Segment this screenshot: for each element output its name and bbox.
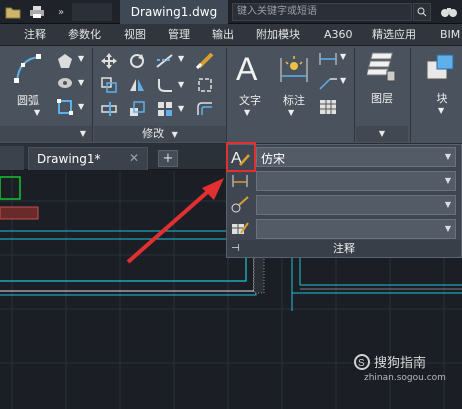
more-icon[interactable]: » [50,2,72,22]
panel-separator [92,48,93,142]
text-style-select[interactable]: 仿宋 ▼ [256,147,456,167]
dimension-dropdown-icon[interactable]: ▼ [288,108,294,117]
print-icon[interactable] [26,2,48,22]
text-style-value: 仿宋 [261,152,286,166]
tab-featured-apps[interactable]: 精选应用 [372,24,416,46]
tab-annotate[interactable]: 注释 [24,24,46,46]
table-style-select[interactable]: ▼ [256,219,456,239]
array-icon[interactable] [156,100,174,118]
boundary-dropdown-icon[interactable]: ▼ [78,102,84,111]
arc-label: 圆弧 [17,94,39,107]
dimension-style-icon[interactable] [230,171,250,191]
table-icon[interactable] [318,98,338,116]
region-icon[interactable] [56,98,74,116]
leader-dropdown-icon[interactable]: ▼ [340,76,346,85]
pointer-arrow [126,178,224,264]
tab-parametric[interactable]: 参数化 [68,24,101,46]
offset-icon[interactable] [196,100,214,118]
chevron-down-icon: ▼ [444,224,451,233]
sogou-logo-icon: S [354,353,370,370]
tab-a360[interactable]: A360 [324,24,353,46]
search-icon[interactable] [413,3,431,21]
block-dropdown-icon[interactable]: ▼ [438,106,444,115]
gradient-icon[interactable] [56,74,74,92]
watermark-text: 搜狗指南 [374,356,427,371]
file-tab-label: Drawing1* [37,152,101,166]
dimension-style-select[interactable]: ▼ [256,171,456,191]
tab-view[interactable]: 视图 [124,24,146,46]
arc-dropdown-icon[interactable]: ▼ [34,108,40,117]
rotate-icon[interactable] [128,52,146,70]
multileader-style-select[interactable]: ▼ [256,195,456,215]
file-tab[interactable]: Drawing1* ✕ [28,147,148,170]
chevron-down-icon: ▼ [444,200,451,209]
erase-icon[interactable] [196,52,214,70]
search-input[interactable]: 键入关键字或短语 [232,3,412,21]
tab-manage[interactable]: 管理 [168,24,190,46]
move-icon[interactable] [100,52,118,70]
title-bar: » Drawing1.dwg 键入关键字或短语 [0,0,462,24]
draw-panel-dropdown-icon: ▼ [79,129,86,138]
panel-separator [410,48,411,142]
draw-dropdown-icon[interactable]: ▼ [78,54,84,63]
dimension-icon[interactable] [278,52,310,86]
close-icon[interactable]: ✕ [129,151,139,165]
layers-label: 图层 [371,92,393,105]
new-tab-button[interactable]: + [158,150,178,167]
watermark-url: zhinan.sogou.com [364,373,446,383]
mirror-icon[interactable] [128,76,146,94]
scale-icon[interactable] [128,100,146,118]
text-large-icon[interactable]: A [236,52,264,86]
linear-dropdown-icon[interactable]: ▼ [340,52,346,61]
fillet-dropdown-icon[interactable]: ▼ [178,80,184,89]
modify-dropdown-icon: ▼ [171,130,178,139]
block-label: 块 [436,92,448,105]
annotation-footer-label: 注释 [333,242,355,255]
dimension-label: 标注 [283,94,305,107]
trim-dropdown-icon[interactable]: ▼ [178,54,184,63]
stretch-icon[interactable] [100,100,118,118]
panel-separator [226,48,227,142]
hatch-dropdown-icon[interactable]: ▼ [78,78,84,87]
block-icon[interactable] [424,52,456,84]
annotation-panel-footer[interactable]: ⊣ 注释 [227,240,461,257]
modify-panel-label: 修改 [142,127,165,140]
chevron-down-icon: ▼ [444,152,451,161]
trim-icon[interactable] [156,52,174,70]
layers-icon[interactable] [366,50,398,84]
folder-icon[interactable] [2,2,24,22]
tab-bim[interactable]: BIM [440,24,460,46]
draw-panel-footer[interactable]: ▼ [0,126,92,142]
fillet-icon[interactable] [156,76,174,94]
quick-access-area [72,3,112,21]
leader-icon[interactable] [318,74,338,92]
linear-dimension-icon[interactable] [318,50,338,68]
ribbon-tabs: 注释 参数化 视图 管理 输出 附加模块 A360 精选应用 BIM [0,24,462,46]
tab-addins[interactable]: 附加模块 [256,24,300,46]
pin-icon[interactable]: ⊣ [231,240,240,257]
start-tab[interactable] [0,146,24,170]
watermark: S 搜狗指南 zhinan.sogou.com [354,352,458,392]
panel-separator [354,48,355,142]
array-dropdown-icon[interactable]: ▼ [178,104,184,113]
chevron-down-icon: ▼ [444,176,451,185]
layers-panel-footer[interactable]: ▼ [356,126,408,142]
highlight-box [226,142,256,172]
table-style-icon[interactable] [230,219,250,239]
copy-icon[interactable] [100,76,118,94]
arc-icon[interactable] [12,52,44,86]
svg-text:S: S [358,358,365,369]
binoculars-icon[interactable] [438,3,460,21]
multileader-style-icon[interactable] [230,195,250,215]
text-label: 文字 [239,94,261,107]
text-dropdown-icon[interactable]: ▼ [244,108,250,117]
modify-panel-footer[interactable]: 修改 ▼ [94,126,226,142]
explode-icon[interactable] [196,76,214,94]
polygon-icon[interactable] [56,52,74,70]
tab-output[interactable]: 输出 [212,24,234,46]
document-title: Drawing1.dwg [120,0,228,24]
